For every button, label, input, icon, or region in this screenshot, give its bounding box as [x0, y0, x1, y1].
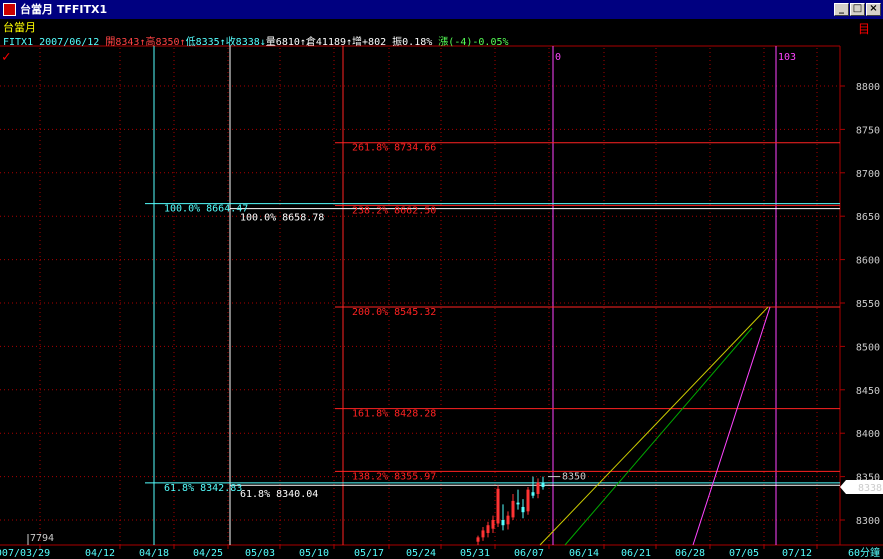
- candle-body: [516, 502, 520, 505]
- x-tick-label: 05/17: [354, 548, 384, 559]
- white-level-label: 100.0% 8658.78: [240, 213, 324, 224]
- quote-info-bar: FITX1 2007/06/12 開8343↑高8350↑低8335↑收8338…: [3, 33, 509, 48]
- x-tick-label: 05/24: [406, 548, 436, 559]
- fib-level-label: 161.8% 8428.28: [352, 409, 436, 420]
- trend-line-green: [564, 327, 753, 546]
- price-chart[interactable]: 8300 8350 8400 8450 8500 8550 8600 8650 8700 8750…: [0, 0, 883, 559]
- candle-body: [496, 488, 500, 524]
- candle-body: [486, 525, 490, 534]
- x-tick-label: 07/05: [729, 548, 759, 559]
- last-price-label: 8338: [858, 483, 882, 494]
- white-level-label: 61.8% 8340.04: [240, 489, 318, 500]
- marker-label-0: 0: [555, 52, 561, 63]
- x-tick-label: 05/10: [299, 548, 329, 559]
- fib-level-label: 200.0% 8545.32: [352, 307, 436, 318]
- low-marker-label: 7794: [30, 533, 54, 544]
- candle-body: [506, 515, 510, 525]
- minimize-button[interactable]: _: [834, 3, 849, 16]
- x-tick-label: 04/12: [85, 548, 115, 559]
- fibonacci-lines: [145, 142, 840, 486]
- y-tick-label: 8700: [856, 169, 880, 180]
- close-value: 收8338↓: [225, 37, 266, 48]
- timeframe-label: 60分鐘: [848, 546, 880, 559]
- x-tick-label: 07/12: [782, 548, 812, 559]
- fib-level-label: 261.8% 8734.66: [352, 143, 436, 154]
- x-tick-label: 06/21: [621, 548, 651, 559]
- cyan-level-label: 100.0% 8664.47: [164, 204, 248, 215]
- trend-line-magenta: [692, 306, 771, 546]
- x-tick-label: 06/14: [569, 548, 599, 559]
- title-bar: 台當月 TFFITX1 _ □ ×: [0, 0, 883, 19]
- close-button[interactable]: ×: [866, 3, 881, 16]
- candlesticks: [476, 476, 545, 545]
- x-axis-labels: 2007/03/29 04/12 04/18 04/25 05/03 05/10 05/17…: [0, 546, 880, 559]
- candle-body: [491, 520, 495, 529]
- x-tick-label: 06/07: [514, 548, 544, 559]
- candle-body: [541, 482, 545, 488]
- marker-label-103: 103: [778, 52, 796, 63]
- candle-body: [481, 530, 485, 538]
- y-tick-label: 8800: [856, 82, 880, 93]
- x-tick-label: 04/18: [139, 548, 169, 559]
- vertical-lines: [153, 46, 777, 545]
- candle-body: [476, 537, 480, 542]
- y-tick-label: 8300: [856, 516, 880, 527]
- high-marker-label: 8350: [562, 472, 586, 483]
- trend-lines: [539, 306, 771, 546]
- x-tick-label: 05/03: [245, 548, 275, 559]
- x-tick-label: 05/31: [460, 548, 490, 559]
- oi-change-value: 增+802: [352, 37, 387, 48]
- scale-toggle-icon[interactable]: 目: [858, 20, 870, 37]
- check-icon: ✓: [2, 49, 11, 65]
- high-value: 高8350↑: [145, 37, 186, 48]
- candle-body: [501, 520, 505, 526]
- y-axis-labels: 8300835084008450850085508600865087008750…: [856, 82, 880, 527]
- volume-value: 量6810↑: [265, 37, 306, 48]
- candle-body: [531, 492, 535, 496]
- x-tick-label: 2007/03/29: [0, 548, 50, 559]
- open-value: 開8343↑: [105, 37, 146, 48]
- y-tick-label: 8750: [856, 125, 880, 136]
- symbol-date: FITX1 2007/06/12: [3, 37, 100, 48]
- window-title: 台當月 TFFITX1: [20, 3, 108, 16]
- y-tick-label: 8500: [856, 342, 880, 353]
- y-tick-label: 8650: [856, 212, 880, 223]
- app-icon: [3, 3, 16, 16]
- price-change-value: 漲(-4)-0.05%: [438, 37, 509, 48]
- open-interest-value: 倉41189↑: [305, 37, 353, 48]
- chart-grid: [0, 45, 883, 549]
- amplitude-value: 振0.18%: [392, 37, 433, 48]
- y-tick-label: 8450: [856, 386, 880, 397]
- y-tick-label: 8550: [856, 299, 880, 310]
- fib-level-label: 138.2% 8355.97: [352, 471, 436, 482]
- y-tick-label: 8600: [856, 256, 880, 267]
- trend-line-yellow: [539, 306, 769, 546]
- x-tick-label: 06/28: [675, 548, 705, 559]
- candle-body: [511, 500, 515, 518]
- cyan-level-label: 61.8% 8342.83: [164, 483, 242, 494]
- low-value: 低8335↑: [185, 37, 226, 48]
- candle-body: [536, 482, 540, 494]
- maximize-button[interactable]: □: [850, 3, 865, 16]
- fib-level-label: 238.2% 8662.50: [352, 205, 436, 216]
- candle-body: [526, 489, 530, 512]
- candle-body: [521, 506, 525, 513]
- y-tick-label: 8400: [856, 429, 880, 440]
- x-tick-label: 04/25: [193, 548, 223, 559]
